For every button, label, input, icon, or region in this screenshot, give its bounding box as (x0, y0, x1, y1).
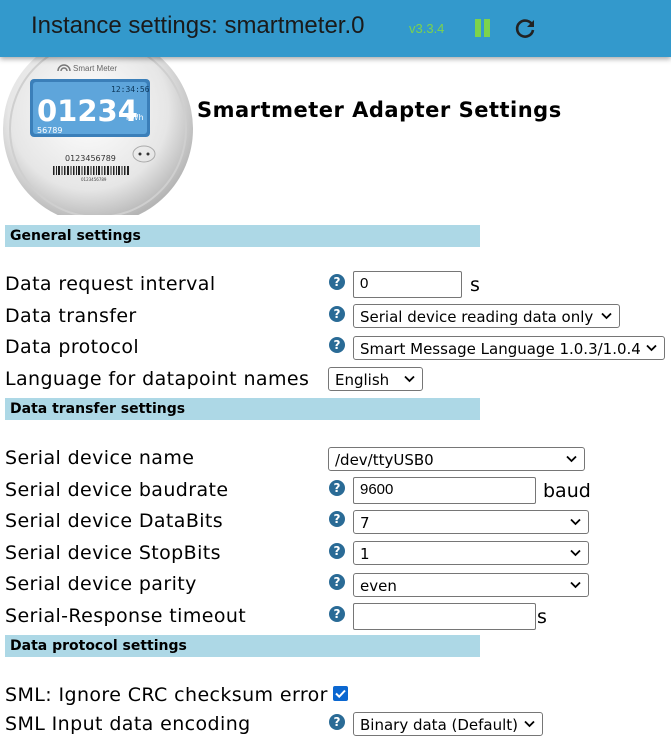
datapoint-language-label: Language for datapoint names (5, 368, 310, 390)
top-bar: Instance settings: smartmeter.0 v3.3.4 (0, 0, 671, 57)
sml-input-encoding-value: Binary data (Default) (360, 716, 519, 734)
section-general-settings: General settings (5, 225, 480, 247)
help-icon[interactable]: ? (329, 274, 345, 290)
data-request-interval-label: Data request interval (5, 273, 216, 295)
data-request-interval-input[interactable]: 0 (353, 271, 462, 298)
help-icon[interactable]: ? (329, 306, 345, 322)
timeout-unit: s (537, 606, 547, 628)
chevron-down-icon (601, 312, 612, 320)
checkmark-icon (335, 689, 346, 699)
page-title: Instance settings: smartmeter.0 (31, 12, 365, 39)
serial-databits-value: 7 (360, 514, 370, 532)
help-icon[interactable]: ? (329, 574, 345, 590)
sml-ignore-crc-checkbox[interactable] (333, 686, 348, 701)
chevron-down-icon (404, 375, 415, 383)
chevron-down-icon (566, 455, 577, 463)
chevron-down-icon (570, 549, 581, 557)
serial-stopbits-value: 1 (360, 545, 370, 563)
version-label: v3.3.4 (409, 21, 445, 36)
datapoint-language-value: English (335, 371, 390, 389)
data-transfer-select[interactable]: Serial device reading data only (353, 304, 620, 328)
serial-parity-select[interactable]: even (353, 573, 589, 597)
data-protocol-select[interactable]: Smart Message Language 1.0.3/1.0.4 (353, 336, 665, 360)
data-transfer-label: Data transfer (5, 305, 137, 327)
serial-stopbits-label: Serial device StopBits (5, 542, 221, 564)
logo-unit: kWh (126, 113, 144, 122)
serial-parity-label: Serial device parity (5, 573, 197, 595)
serial-databits-label: Serial device DataBits (5, 510, 224, 532)
datapoint-language-select[interactable]: English (328, 367, 423, 391)
chevron-down-icon (570, 581, 581, 589)
interval-unit: s (470, 274, 480, 296)
sml-ignore-crc-label: SML: Ignore CRC checksum error (5, 684, 328, 706)
section-data-transfer-settings: Data transfer settings (5, 398, 480, 420)
help-icon[interactable]: ? (329, 714, 345, 730)
serial-parity-value: even (360, 577, 397, 595)
serial-response-timeout-input[interactable] (353, 603, 536, 630)
help-icon[interactable]: ? (329, 337, 345, 353)
chevron-down-icon (570, 518, 581, 526)
serial-device-name-select[interactable]: /dev/ttyUSB0 (328, 447, 585, 471)
help-icon[interactable]: ? (329, 606, 345, 622)
serial-device-name-label: Serial device name (5, 447, 195, 469)
logo-reading: 01234 (37, 94, 138, 128)
serial-databits-select[interactable]: 7 (353, 510, 589, 534)
chevron-down-icon (524, 720, 535, 728)
logo-brand: Smart Meter (73, 64, 117, 73)
serial-device-name-value: /dev/ttyUSB0 (335, 451, 434, 469)
section-data-protocol-settings: Data protocol settings (5, 635, 480, 657)
reload-icon[interactable] (513, 17, 537, 41)
data-protocol-label: Data protocol (5, 336, 140, 358)
logo-sub-number: 56789 (37, 126, 62, 135)
sml-input-encoding-select[interactable]: Binary data (Default) (353, 712, 543, 736)
data-transfer-value: Serial device reading data only (360, 308, 594, 326)
serial-baudrate-label: Serial device baudrate (5, 479, 229, 501)
pause-icon[interactable] (474, 19, 492, 39)
serial-stopbits-select[interactable]: 1 (353, 541, 589, 565)
chevron-down-icon (646, 344, 657, 352)
smart-meter-logo: Smart Meter 12:34:56 01234 kWh 56789 012… (3, 57, 193, 215)
serial-baudrate-input[interactable]: 9600 (353, 477, 536, 504)
logo-barcode-number: 0123456789 (81, 177, 107, 182)
help-icon[interactable]: ? (329, 511, 345, 527)
adapter-heading: Smartmeter Adapter Settings (197, 98, 562, 122)
help-icon[interactable]: ? (329, 543, 345, 559)
serial-response-timeout-label: Serial-Response timeout (5, 605, 247, 627)
help-icon[interactable]: ? (329, 480, 345, 496)
sml-input-encoding-label: SML Input data encoding (5, 713, 251, 735)
data-protocol-value: Smart Message Language 1.0.3/1.0.4 (360, 340, 641, 358)
logo-time: 12:34:56 (111, 85, 150, 94)
baudrate-unit: baud (543, 480, 591, 502)
logo-meter-id: 0123456789 (65, 154, 116, 163)
